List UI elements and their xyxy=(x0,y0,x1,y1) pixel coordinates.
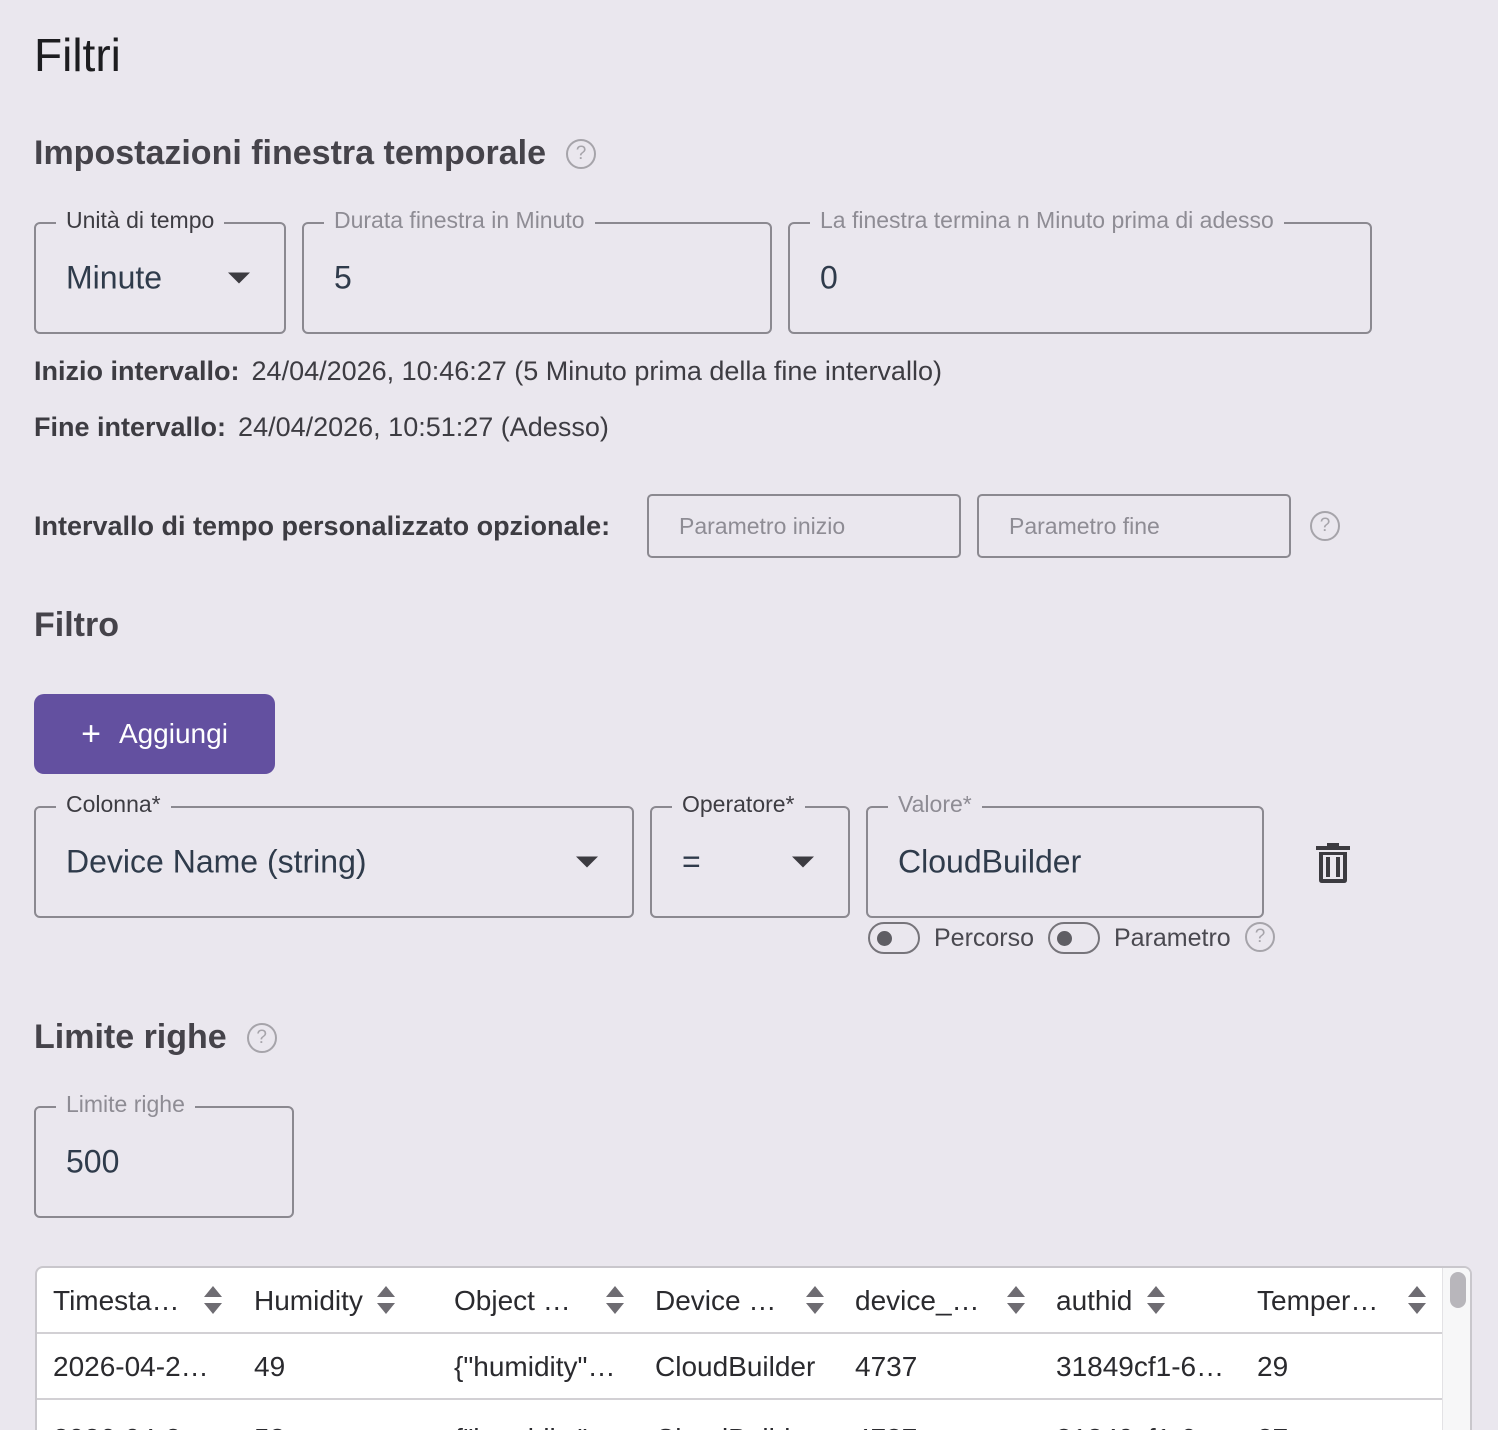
row-limit-field[interactable]: Limite righe 500 xyxy=(34,1091,294,1218)
sort-icon[interactable] xyxy=(1408,1286,1426,1314)
time-unit-label: Unità di tempo xyxy=(56,207,225,234)
filter-value-field[interactable]: Valore* CloudBuilder xyxy=(866,791,1264,918)
window-duration-label: Durata finestra in Minuto xyxy=(324,207,595,234)
time-unit-select[interactable]: Unità di tempo Minute xyxy=(34,207,286,334)
table-cell: {"humidity"… xyxy=(454,1406,616,1430)
column-header[interactable]: Temper… xyxy=(1257,1268,1378,1334)
toggle-knob xyxy=(1057,931,1072,946)
filter-value-value: CloudBuilder xyxy=(898,843,1082,880)
custom-end-param-input[interactable] xyxy=(977,494,1291,558)
time-unit-value: Minute xyxy=(66,259,163,296)
path-toggle-label: Percorso xyxy=(934,924,1035,952)
table-cell: 4737 xyxy=(855,1406,917,1430)
add-filter-label: Aggiungi xyxy=(118,718,228,749)
filter-section-title: Filtro xyxy=(34,606,119,645)
caret-down-icon xyxy=(792,856,814,868)
window-end-offset-field[interactable]: La finestra termina n Minuto prima di ad… xyxy=(788,207,1372,334)
custom-interval-label: Intervallo di tempo personalizzato opzio… xyxy=(34,511,611,541)
interval-end-row: Fine intervallo: 24/04/2026, 10:51:27 (Ad… xyxy=(34,412,609,443)
column-header[interactable]: Humidity xyxy=(254,1268,363,1334)
table-cell: CloudBuilder xyxy=(655,1351,816,1382)
custom-start-param-input[interactable] xyxy=(647,494,961,558)
table-cell: 31849cf1-6… xyxy=(1056,1351,1225,1382)
column-header[interactable]: authid xyxy=(1056,1268,1132,1334)
table-cell: {"humidity"… xyxy=(454,1351,616,1382)
sort-icon[interactable] xyxy=(1147,1286,1165,1314)
column-header[interactable]: Object … xyxy=(454,1268,571,1334)
help-icon[interactable]: ? xyxy=(1245,922,1275,952)
add-filter-button[interactable]: + Aggiungi xyxy=(34,694,275,774)
page-title: Filtri xyxy=(34,29,121,81)
time-window-section-title: Impostazioni finestra temporale ? xyxy=(34,134,596,173)
interval-start-row: Inizio intervallo: 24/04/2026, 10:46:27 (… xyxy=(34,356,942,387)
filter-column-select[interactable]: Colonna* Device Name (string) xyxy=(34,791,634,918)
filter-value-label: Valore* xyxy=(888,791,982,818)
column-header[interactable]: Timesta… xyxy=(53,1268,180,1334)
toggle-knob xyxy=(877,931,892,946)
data-table: Timesta… Humidity Object … Device … devi… xyxy=(35,1266,1472,1430)
filter-operator-label: Operatore* xyxy=(672,791,805,818)
filter-title: Filtro xyxy=(34,606,119,644)
window-end-offset-label: La finestra termina n Minuto prima di ad… xyxy=(810,207,1284,234)
window-end-offset-value: 0 xyxy=(820,259,838,296)
path-toggle[interactable] xyxy=(868,922,920,954)
sort-icon[interactable] xyxy=(606,1286,624,1314)
sort-icon[interactable] xyxy=(1007,1286,1025,1314)
filter-column-label: Colonna* xyxy=(56,791,171,818)
table-row[interactable]: 2026-04-2… 58 {"humidity"… CloudBuilder … xyxy=(37,1400,1442,1430)
window-duration-field[interactable]: Durata finestra in Minuto 5 xyxy=(302,207,772,334)
custom-interval-label-row: Intervallo di tempo personalizzato opzio… xyxy=(34,511,622,542)
row-limit-value: 500 xyxy=(66,1143,120,1180)
interval-end-label: Fine intervallo: xyxy=(34,412,227,442)
row-limit-label: Limite righe xyxy=(56,1091,195,1118)
time-window-title: Impostazioni finestra temporale xyxy=(34,134,546,172)
filter-column-value: Device Name (string) xyxy=(66,843,367,880)
table-cell: 29 xyxy=(1257,1351,1289,1382)
parameter-toggle-label: Parametro xyxy=(1114,924,1231,952)
plus-icon: + xyxy=(81,714,101,753)
interval-start-value: 24/04/2026, 10:46:27 (5 Minuto prima del… xyxy=(251,356,942,386)
help-icon[interactable]: ? xyxy=(1310,511,1340,541)
caret-down-icon xyxy=(228,272,250,284)
filter-operator-value: = xyxy=(682,843,701,880)
column-header[interactable]: device_… xyxy=(855,1268,980,1334)
parameter-toggle[interactable] xyxy=(1048,922,1100,954)
table-header: Timesta… Humidity Object … Device … devi… xyxy=(37,1268,1442,1334)
table-cell: CloudBuilder xyxy=(655,1406,815,1430)
table-cell: 31849cf1-6… xyxy=(1056,1406,1224,1430)
row-limit-section-title: Limite righe ? xyxy=(34,1018,277,1057)
caret-down-icon xyxy=(576,856,598,868)
sort-icon[interactable] xyxy=(204,1286,222,1314)
row-limit-title: Limite righe xyxy=(34,1018,227,1056)
table-scrollbar-thumb[interactable] xyxy=(1450,1272,1466,1308)
help-icon[interactable]: ? xyxy=(566,138,596,169)
table-cell: 58 xyxy=(254,1406,285,1430)
table-scrollbar-track[interactable] xyxy=(1442,1268,1470,1430)
interval-start-label: Inizio intervallo: xyxy=(34,356,240,386)
window-duration-value: 5 xyxy=(334,259,352,296)
filter-operator-select[interactable]: Operatore* = xyxy=(650,791,850,918)
table-cell: 4737 xyxy=(855,1351,918,1382)
trash-icon[interactable] xyxy=(1316,843,1350,883)
table-cell: 2026-04-2… xyxy=(53,1406,209,1430)
interval-end-value: 24/04/2026, 10:51:27 (Adesso) xyxy=(238,412,609,442)
sort-icon[interactable] xyxy=(377,1286,395,1314)
table-row[interactable]: 2026-04-2… 49 {"humidity"… CloudBuilder … xyxy=(37,1334,1442,1400)
table-cell: 49 xyxy=(254,1351,286,1382)
sort-icon[interactable] xyxy=(806,1286,824,1314)
table-cell: 2026-04-2… xyxy=(53,1351,209,1382)
table-cell: 27 xyxy=(1257,1406,1288,1430)
column-header[interactable]: Device … xyxy=(655,1268,776,1334)
help-icon[interactable]: ? xyxy=(246,1022,277,1053)
